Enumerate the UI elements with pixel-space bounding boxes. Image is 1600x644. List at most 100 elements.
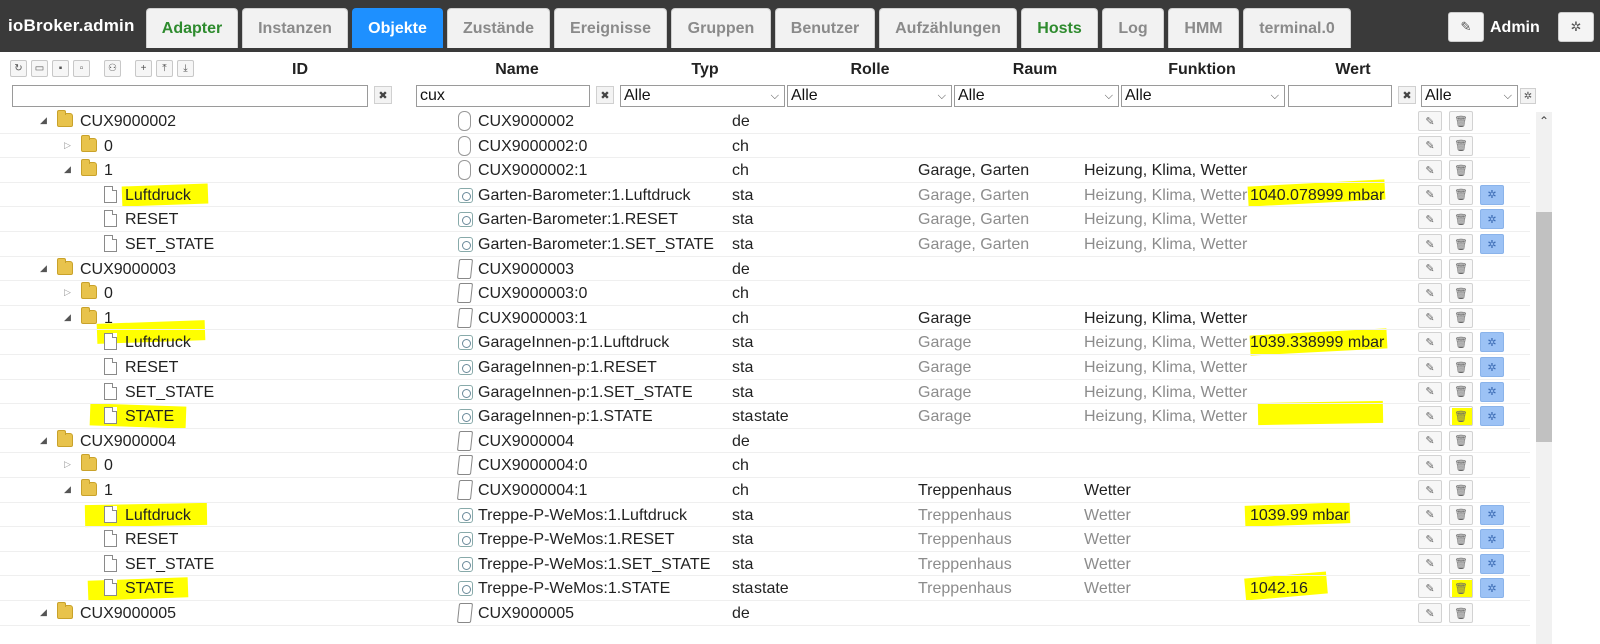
collapse-toggle-icon[interactable]: ◢ [64, 312, 74, 323]
edit-object-button[interactable]: ✎ [1418, 234, 1442, 254]
edit-object-button[interactable]: ✎ [1418, 184, 1442, 205]
edit-object-button[interactable]: ✎ [1418, 480, 1442, 500]
download-icon[interactable]: ⤓ [177, 60, 194, 77]
delete-object-button[interactable]: 🗑 [1449, 111, 1473, 131]
edit-object-button[interactable]: ✎ [1418, 258, 1442, 279]
id-filter-input[interactable] [12, 85, 368, 107]
object-value[interactable]: 1040.078999 mbar [1250, 186, 1384, 205]
col-header-room[interactable]: Raum [985, 58, 1085, 82]
expand-all-icon[interactable]: ▫ [73, 60, 90, 77]
table-row[interactable]: ◢ CUX9000003 CUX9000003 de ✎ 🗑 [0, 257, 1530, 282]
delete-object-button[interactable]: 🗑 [1449, 430, 1473, 451]
table-row[interactable]: RESET Treppe-P-WeMos:1.RESET sta Treppenhau… [0, 527, 1530, 552]
tab-instanzen[interactable]: Instanzen [242, 8, 348, 48]
scrollbar-thumb[interactable] [1536, 212, 1552, 442]
object-settings-button[interactable]: ✲ [1480, 553, 1504, 574]
collapse-all-icon[interactable]: ▪ [52, 60, 69, 77]
edit-user-button[interactable]: ✎ [1448, 12, 1484, 42]
object-settings-button[interactable]: ✲ [1480, 578, 1504, 599]
collapse-toggle-icon[interactable]: ◢ [40, 263, 50, 274]
object-settings-button[interactable]: ✲ [1480, 406, 1504, 427]
table-row[interactable]: ◢ 1 CUX9000002:1 ch Garage, Garten Heizung, K… [0, 158, 1530, 183]
table-row[interactable]: STATE GarageInnen-p:1.STATE sta state Garage… [0, 404, 1530, 429]
scroll-up-icon[interactable]: ⌃ [1539, 114, 1549, 128]
settings-button[interactable]: ✲ [1558, 12, 1594, 42]
table-row[interactable]: Luftdruck GarageInnen-p:1.Luftdruck sta Gar… [0, 330, 1530, 355]
edit-object-button[interactable]: ✎ [1418, 430, 1442, 451]
type-filter-select[interactable]: Alle ⌵ [620, 85, 785, 107]
tab-hosts[interactable]: Hosts [1021, 8, 1098, 48]
column-settings-gear-icon[interactable]: ✲ [1520, 88, 1536, 104]
collapse-toggle-icon[interactable]: ◢ [40, 115, 50, 126]
table-row[interactable]: ◢ 1 CUX9000003:1 ch Garage Heizung, Klima, We… [0, 306, 1530, 331]
delete-object-button[interactable]: 🗑 [1449, 480, 1473, 500]
edit-object-button[interactable]: ✎ [1418, 209, 1442, 230]
col-header-function[interactable]: Funktion [1152, 58, 1252, 82]
table-row[interactable]: SET_STATE Garten-Barometer:1.SET_STATE sta… [0, 232, 1530, 257]
edit-object-button[interactable]: ✎ [1418, 578, 1442, 599]
value-filter-input[interactable] [1288, 85, 1392, 107]
object-settings-button[interactable]: ✲ [1480, 504, 1504, 525]
user-filter-icon[interactable]: ⚇ [104, 60, 121, 77]
edit-object-button[interactable]: ✎ [1418, 381, 1442, 402]
expand-toggle-icon[interactable]: ▷ [64, 459, 74, 470]
delete-object-button[interactable]: 🗑 [1449, 455, 1473, 476]
object-settings-button[interactable]: ✲ [1480, 184, 1504, 205]
tab-hmm[interactable]: HMM [1168, 8, 1239, 48]
tab-objekte[interactable]: Objekte [352, 8, 443, 48]
function-filter-select[interactable]: Alle ⌵ [1121, 85, 1285, 107]
delete-object-button[interactable]: 🗑 [1449, 135, 1473, 156]
col-header-type[interactable]: Typ [655, 58, 755, 82]
collapse-toggle-icon[interactable]: ◢ [40, 607, 50, 618]
edit-object-button[interactable]: ✎ [1418, 307, 1442, 328]
table-row[interactable]: RESET GarageInnen-p:1.RESET sta Garage Heizu… [0, 355, 1530, 380]
tab-aufzaehlungen[interactable]: Aufzählungen [879, 8, 1017, 48]
table-row[interactable]: ◢ 1 CUX9000004:1 ch Treppenhaus Wetter ✎ 🗑 [0, 478, 1530, 503]
add-object-icon[interactable]: + [135, 60, 152, 77]
delete-object-button[interactable]: 🗑 [1449, 406, 1473, 427]
table-row[interactable]: RESET Garten-Barometer:1.RESET sta Garage, … [0, 207, 1530, 232]
object-settings-button[interactable]: ✲ [1480, 209, 1504, 230]
delete-object-button[interactable]: 🗑 [1449, 553, 1473, 574]
expand-toggle-icon[interactable]: ▷ [64, 140, 74, 151]
col-header-id[interactable]: ID [250, 58, 350, 82]
collapse-toggle-icon[interactable]: ◢ [64, 484, 74, 495]
edit-object-button[interactable]: ✎ [1418, 406, 1442, 427]
tab-ereignisse[interactable]: Ereignisse [554, 8, 667, 48]
collapse-toggle-icon[interactable]: ◢ [40, 435, 50, 446]
expand-toggle-icon[interactable]: ▷ [64, 287, 74, 298]
table-row[interactable]: SET_STATE Treppe-P-WeMos:1.SET_STATE sta Tr… [0, 552, 1530, 577]
object-settings-button[interactable]: ✲ [1480, 234, 1504, 254]
tab-adapter[interactable]: Adapter [146, 8, 238, 48]
edit-object-button[interactable]: ✎ [1418, 111, 1442, 131]
edit-object-button[interactable]: ✎ [1418, 553, 1442, 574]
clear-value-filter-button[interactable]: ✖ [1398, 86, 1416, 104]
col-header-name[interactable]: Name [467, 58, 567, 82]
tab-log[interactable]: Log [1102, 8, 1164, 48]
col-header-role[interactable]: Rolle [820, 58, 920, 82]
table-row[interactable]: ◢ CUX9000002 CUX9000002 de ✎ 🗑 [0, 109, 1530, 134]
edit-object-button[interactable]: ✎ [1418, 283, 1442, 304]
delete-object-button[interactable]: 🗑 [1449, 504, 1473, 525]
table-row[interactable]: ▷ 0 CUX9000002:0 ch ✎ 🗑 [0, 134, 1530, 159]
edit-object-button[interactable]: ✎ [1418, 504, 1442, 525]
delete-object-button[interactable]: 🗑 [1449, 529, 1473, 550]
delete-object-button[interactable]: 🗑 [1449, 160, 1473, 181]
delete-object-button[interactable]: 🗑 [1449, 381, 1473, 402]
clear-id-filter-button[interactable]: ✖ [374, 86, 392, 104]
delete-object-button[interactable]: 🗑 [1449, 578, 1473, 599]
table-row[interactable]: STATE Treppe-P-WeMos:1.STATE sta state Trepp… [0, 576, 1530, 601]
tab-zustaende[interactable]: Zustände [447, 8, 550, 48]
room-filter-select[interactable]: Alle ⌵ [954, 85, 1119, 107]
tab-terminal[interactable]: terminal.0 [1243, 8, 1351, 48]
col-header-value[interactable]: Wert [1303, 58, 1403, 82]
table-row[interactable]: ◢ CUX9000005 CUX9000005 de ✎ 🗑 [0, 601, 1530, 626]
edit-object-button[interactable]: ✎ [1418, 332, 1442, 353]
table-row[interactable]: ▷ 0 CUX9000004:0 ch ✎ 🗑 [0, 453, 1530, 478]
table-row[interactable]: SET_STATE GarageInnen-p:1.SET_STATE sta Gar… [0, 380, 1530, 405]
delete-object-button[interactable]: 🗑 [1449, 357, 1473, 377]
upload-icon[interactable]: ⤒ [156, 60, 173, 77]
object-value[interactable]: 1039.338999 mbar [1250, 333, 1384, 352]
tab-gruppen[interactable]: Gruppen [671, 8, 771, 48]
table-row[interactable]: ▷ 0 CUX9000003:0 ch ✎ 🗑 [0, 281, 1530, 306]
